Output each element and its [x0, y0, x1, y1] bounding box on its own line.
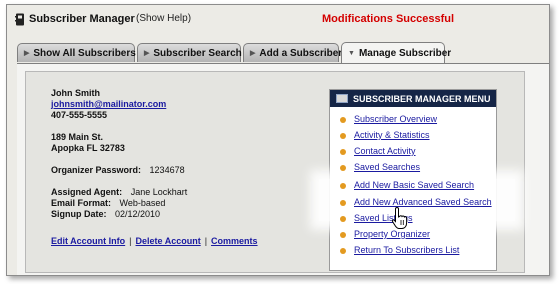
app-window: Subscriber Manager (Show Help) Modificat… [6, 4, 550, 276]
bullet-icon [340, 183, 346, 189]
separator: | [129, 236, 132, 246]
tab-add-a-subscriber[interactable]: ▶ Add a Subscriber [243, 43, 343, 62]
phone-book-icon [15, 13, 24, 26]
edit-account-info-link[interactable]: Edit Account Info [51, 236, 125, 246]
subscriber-street: 189 Main St. [51, 132, 104, 142]
separator: | [204, 236, 208, 246]
window-icon [336, 94, 348, 103]
menu-item-add-new-basic-saved-search[interactable]: Add New Basic Saved Search [329, 179, 495, 194]
delete-account-link[interactable]: Delete Account [136, 236, 201, 246]
organizer-password-label: Organizer Password: [51, 165, 142, 175]
subscriber-city: Apopka FL 32783 [51, 143, 125, 153]
assigned-agent-value: Jane Lockhart [130, 187, 188, 197]
bullet-icon [340, 248, 346, 254]
app-title: Subscriber Manager [29, 13, 135, 25]
comments-link[interactable]: Comments [211, 236, 258, 246]
assigned-agent-row: Assigned Agent: Jane Lockhart [51, 187, 187, 197]
show-help-link[interactable]: (Show Help) [136, 13, 191, 24]
tab-label: Add a Subscriber [259, 47, 343, 59]
menu-item-property-organizer[interactable]: Property Organizer [329, 228, 495, 243]
tab-subscriber-search[interactable]: ▶ Subscriber Search [137, 43, 242, 62]
organizer-password-row: Organizer Password: 1234678 [51, 165, 185, 175]
bullet-icon [340, 232, 346, 238]
tab-manage-subscriber[interactable]: ▼ Manage Subscriber [341, 42, 451, 63]
menu-item-label: Add New Basic Saved Search [354, 180, 475, 190]
triangle-right-icon: ▶ [250, 50, 256, 57]
menu-header: SUBSCRIBER MANAGER MENU [330, 90, 496, 107]
hand-pointer-icon [391, 206, 408, 229]
bullet-icon [340, 165, 346, 171]
organizer-password-value: 1234678 [149, 165, 185, 175]
tab-label: Subscriber Search [153, 47, 242, 59]
subscriber-name: John Smith [51, 88, 100, 98]
menu-item-subscriber-overview[interactable]: Subscriber Overview [329, 113, 495, 128]
menu-item-add-new-advanced-saved-search[interactable]: Add New Advanced Saved Search [329, 196, 495, 211]
tab-show-all-subscribers[interactable]: ▶ Show All Subscribers [17, 43, 136, 62]
menu-item-label: Subscriber Overview [354, 114, 438, 124]
menu-item-return-to-subscribers-list[interactable]: Return To Subscribers List [329, 244, 495, 259]
triangle-down-icon: ▼ [348, 49, 355, 57]
menu-item-activity-statistics[interactable]: Activity & Statistics [329, 129, 495, 144]
signup-date-label: Signup Date: [51, 209, 107, 219]
email-format-row: Email Format: Web-based [51, 198, 165, 208]
bullet-icon [340, 133, 346, 139]
triangle-right-icon: ▶ [24, 50, 30, 57]
menu-title: SUBSCRIBER MANAGER MENU [353, 93, 491, 104]
subscriber-email-link[interactable]: johnsmith@mailinator.com [51, 99, 166, 109]
status-message: Modifications Successful [322, 13, 455, 25]
bullet-icon [340, 216, 346, 222]
tab-label: Manage Subscriber [358, 47, 452, 59]
email-format-label: Email Format: [51, 198, 112, 208]
signup-date-row: Signup Date: 02/12/2010 [51, 209, 160, 219]
bullet-icon [340, 200, 346, 206]
bullet-icon [340, 149, 346, 155]
menu-item-label: Return To Subscribers List [354, 245, 460, 255]
menu-item-contact-activity[interactable]: Contact Activity [329, 145, 495, 160]
menu-item-label: Add New Advanced Saved Search [354, 197, 492, 207]
triangle-right-icon: ▶ [144, 50, 150, 57]
tab-bar: ▶ Show All Subscribers ▶ Subscriber Sear… [17, 42, 547, 64]
menu-item-label: Activity & Statistics [354, 130, 430, 140]
email-format-value: Web-based [119, 198, 166, 208]
header: Subscriber Manager (Show Help) Modificat… [7, 5, 549, 35]
bullet-icon [340, 117, 346, 123]
signup-date-value: 02/12/2010 [115, 209, 161, 219]
tab-label: Show All Subscribers [33, 47, 136, 59]
menu-item-label: Saved Searches [354, 162, 421, 172]
menu-item-label: Contact Activity [354, 146, 416, 156]
subscriber-phone: 407-555-5555 [51, 110, 108, 120]
menu-item-saved-listings[interactable]: Saved Listings [329, 212, 495, 227]
assigned-agent-label: Assigned Agent: [51, 187, 123, 197]
menu-item-saved-searches[interactable]: Saved Searches [329, 161, 495, 176]
menu-item-label: Property Organizer [354, 229, 431, 239]
account-actions: Edit Account Info | Delete Account | Comment… [51, 236, 258, 246]
